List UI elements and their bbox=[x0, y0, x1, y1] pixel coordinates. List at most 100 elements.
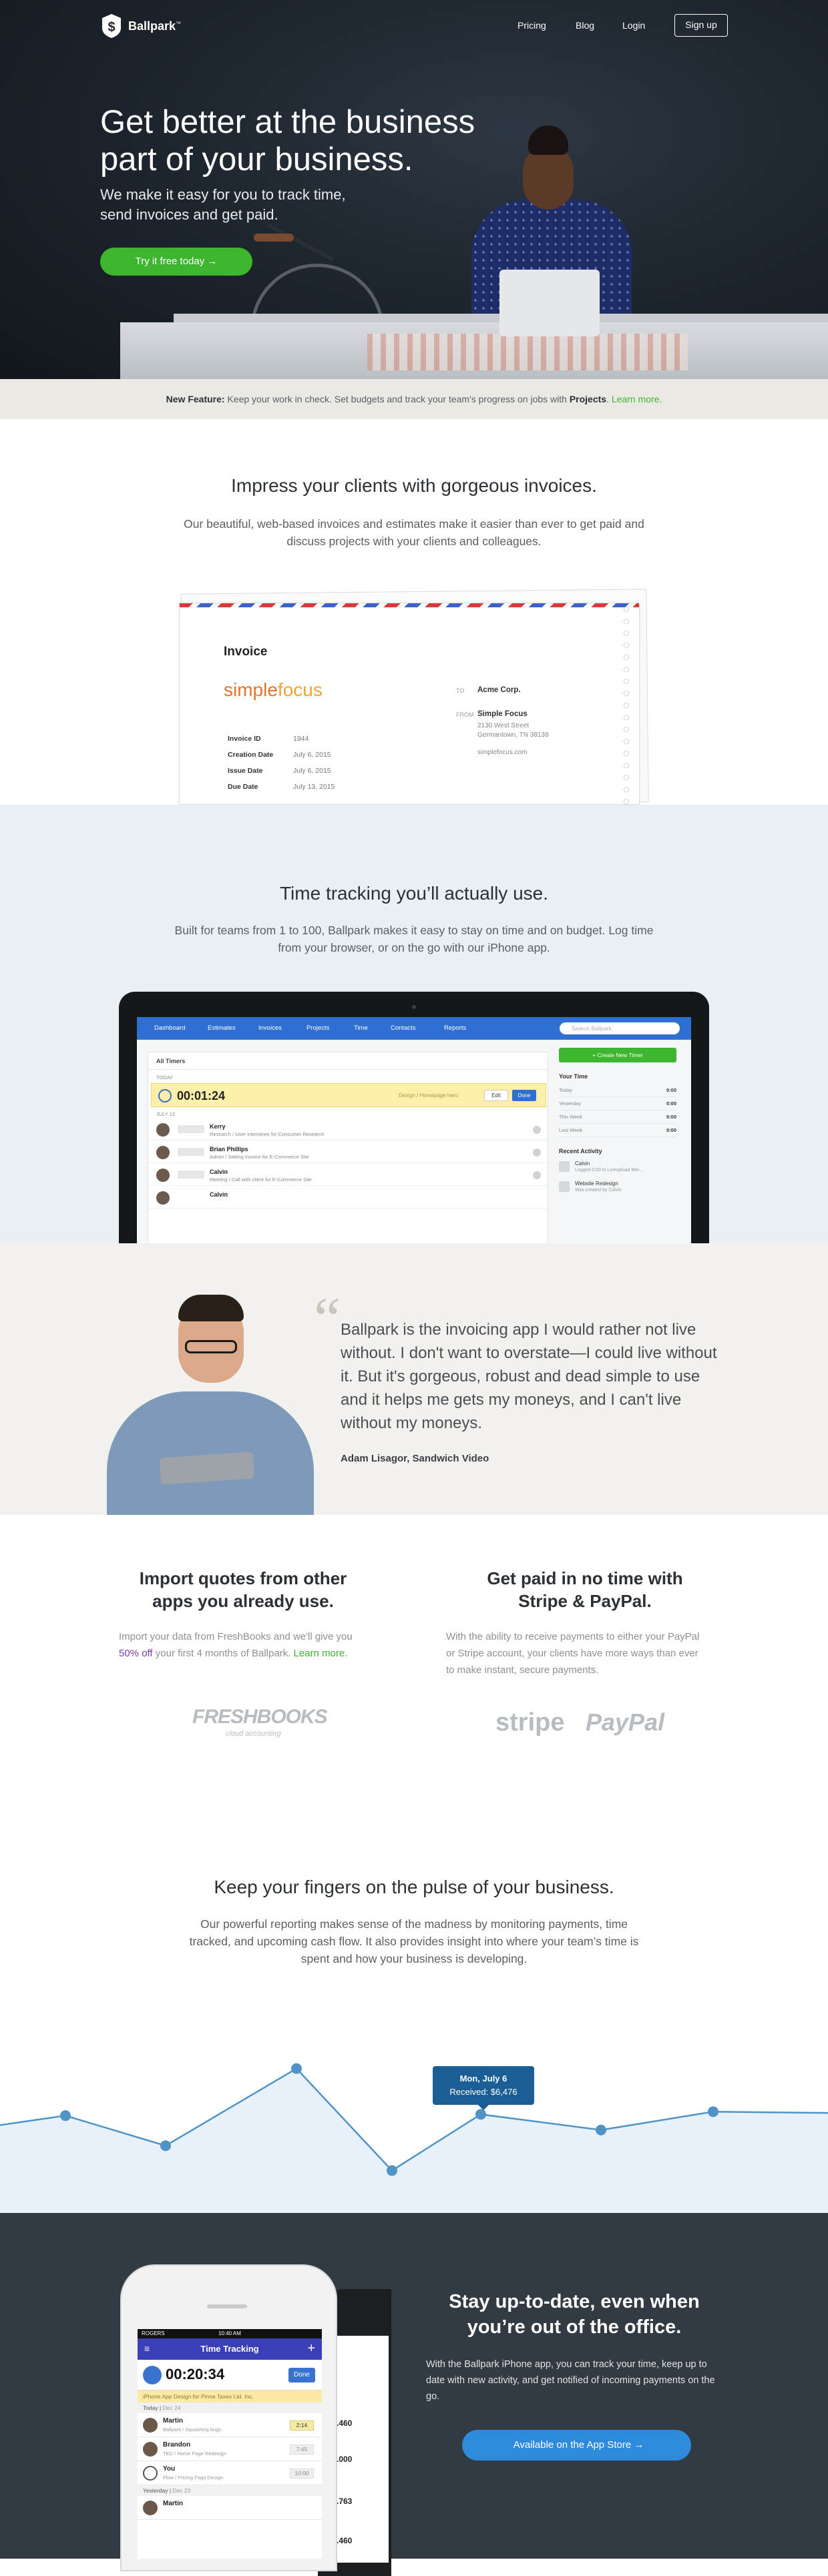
timers-panel: All Timers TODAY 00:01:24 Design / Homep… bbox=[148, 1052, 548, 1243]
signup-button[interactable]: Sign up bbox=[674, 14, 728, 37]
iphone-timer-row[interactable]: You Flow / Pricing Page Design 10:00 bbox=[138, 2461, 322, 2485]
logo-wordmark[interactable]: Ballpark™ bbox=[128, 19, 181, 33]
second-phone-value: .460 bbox=[337, 2536, 353, 2545]
feature-bar-text: Keep your work in check. Set budgets and… bbox=[227, 394, 567, 404]
iphone-timer-row[interactable]: Martin Ballpark / Squashing bugs 2:14 bbox=[138, 2413, 322, 2437]
pause-icon[interactable] bbox=[158, 1089, 172, 1102]
timer-row[interactable]: Calvin Meeting / Call with client for E-… bbox=[148, 1163, 548, 1186]
app-store-button[interactable]: Available on the App Store → bbox=[462, 2430, 691, 2461]
timer-row[interactable]: Brian Phillips Admin / Setting Invoice f… bbox=[148, 1141, 548, 1163]
app-nav-reports[interactable]: Reports bbox=[444, 1024, 466, 1032]
play-icon[interactable] bbox=[143, 2466, 158, 2481]
mobile-text: With the Ballpark iPhone app, you can tr… bbox=[426, 2359, 715, 2402]
testimonial-person-hair bbox=[178, 1295, 244, 1321]
iphone-timer-time: 00:20:34 bbox=[166, 2366, 225, 2382]
iphone-row-name: Brandon bbox=[163, 2441, 191, 2449]
quote-mark-icon: “ bbox=[314, 1286, 341, 1352]
app-nav-estimates[interactable]: Estimates bbox=[208, 1024, 236, 1032]
avatar bbox=[156, 1123, 170, 1137]
chart-point[interactable] bbox=[387, 2165, 397, 2176]
invoices-heading: Impress your clients with gorgeous invoi… bbox=[231, 475, 597, 496]
done-timer-button[interactable]: Done bbox=[512, 1090, 536, 1101]
edit-timer-button[interactable]: Edit bbox=[484, 1090, 508, 1101]
avatar bbox=[143, 2442, 158, 2457]
timer-row[interactable]: Kerry Research / User interviews for Con… bbox=[148, 1118, 548, 1141]
play-icon[interactable] bbox=[533, 1126, 541, 1134]
invoice-to-label: TO bbox=[456, 687, 465, 694]
invoices-lead: Our beautiful, web-based invoices and es… bbox=[184, 517, 644, 548]
iphone-section-yesterday: Yesterday | Dec 23 bbox=[138, 2485, 322, 2496]
iphone-done-button[interactable]: Done bbox=[288, 2368, 315, 2382]
activity-item[interactable]: Calvin Logged 0:00 to Liveupload Mer... bbox=[559, 1159, 676, 1176]
pause-icon[interactable] bbox=[143, 2366, 162, 2384]
import-learn-more-link[interactable]: Learn more. bbox=[294, 1648, 348, 1659]
invoice-title: Invoice bbox=[224, 645, 268, 659]
timer-row-name: Kerry bbox=[210, 1123, 226, 1130]
desk-papers bbox=[367, 334, 688, 370]
hero-subtitle-line-1: We make it easy for you to track time, bbox=[100, 186, 346, 203]
running-timer-description: Design / Homepage hero bbox=[399, 1092, 458, 1098]
chart-tooltip-date: Mon, July 6 bbox=[459, 2073, 507, 2083]
chart-tooltip: Mon, July 6 Received: $6,476 bbox=[433, 2066, 534, 2105]
bicycle-seat-illustration bbox=[254, 234, 294, 242]
chart-point[interactable] bbox=[708, 2106, 718, 2118]
activity-title: Calvin bbox=[575, 1161, 590, 1167]
reporting-heading: Keep your fingers on the pulse of your b… bbox=[214, 1877, 614, 1897]
iphone-row-hours: 2:14 bbox=[290, 2421, 314, 2431]
iphone-speaker bbox=[207, 2304, 247, 2308]
play-icon[interactable] bbox=[533, 1171, 541, 1179]
your-time-heading: Your Time bbox=[559, 1073, 588, 1080]
chart-point[interactable] bbox=[160, 2140, 171, 2152]
iphone-navbar: ≡ Time Tracking + bbox=[138, 2338, 322, 2360]
july-12-label: JULY 12 bbox=[156, 1111, 176, 1117]
hero-title-line-2: part of your business. bbox=[100, 141, 413, 178]
chart-point[interactable] bbox=[291, 2063, 302, 2074]
ballpark-logo-icon[interactable]: $ bbox=[100, 13, 123, 39]
chart-point[interactable] bbox=[60, 2110, 71, 2122]
feature-bar-learn-more-link[interactable]: Learn more. bbox=[612, 394, 662, 404]
app-nav-contacts[interactable]: Contacts bbox=[391, 1024, 416, 1032]
nav-link-pricing[interactable]: Pricing bbox=[518, 20, 546, 31]
iphone-timer-row[interactable]: Martin bbox=[138, 2496, 322, 2520]
timer-row[interactable]: Calvin bbox=[148, 1186, 548, 1209]
second-phone-value: .763 bbox=[337, 2497, 353, 2506]
feature-announcement-bar: New Feature: Keep your work in check. Se… bbox=[0, 379, 828, 419]
iphone-section-today: Today | Dec 24 bbox=[138, 2402, 322, 2413]
app-nav-time[interactable]: Time bbox=[354, 1024, 368, 1032]
avatar bbox=[143, 2418, 158, 2433]
simplefocus-logo: simplefocus bbox=[224, 679, 323, 700]
hero-title-line-1: Get better at the business bbox=[100, 104, 475, 140]
app-nav-dashboard[interactable]: Dashboard bbox=[154, 1024, 185, 1032]
iphone-row-name: You bbox=[163, 2465, 176, 2473]
nav-link-login[interactable]: Login bbox=[622, 20, 645, 31]
testimonial-person-glasses bbox=[185, 1340, 237, 1353]
feature-bar-lead: New Feature: bbox=[166, 394, 225, 404]
app-nav-projects[interactable]: Projects bbox=[306, 1024, 329, 1032]
testimonial-person-shirt bbox=[107, 1391, 314, 1515]
testimonial-quote: Ballpark is the invoicing app I would ra… bbox=[341, 1321, 717, 1432]
app-navbar: Dashboard Estimates Invoices Projects Ti… bbox=[137, 1017, 691, 1040]
chart-point[interactable] bbox=[596, 2124, 606, 2136]
try-free-button[interactable]: Try it free today → bbox=[100, 248, 252, 276]
activity-subtitle: Was created by Calvin bbox=[575, 1188, 622, 1193]
add-icon[interactable]: + bbox=[307, 2341, 315, 2356]
play-icon[interactable] bbox=[533, 1149, 541, 1157]
second-phone-value: .460 bbox=[337, 2419, 353, 2428]
your-time-row: Yesterday 0:00 bbox=[559, 1097, 676, 1110]
nav-link-blog[interactable]: Blog bbox=[576, 20, 594, 31]
running-timer-time: 00:01:24 bbox=[177, 1089, 226, 1102]
reporting-lead: Our powerful reporting makes sense of th… bbox=[189, 1917, 639, 1965]
activity-item[interactable]: Website Redesign Was created by Calvin bbox=[559, 1179, 676, 1196]
invoice-from-website: simplefocus.com bbox=[477, 749, 528, 756]
freshbooks-logo-tagline: cloud accounting bbox=[226, 1730, 281, 1738]
import-text: Import your data from FreshBooks and we'… bbox=[119, 1631, 353, 1659]
time-tracking-heading: Time tracking you’ll actually use. bbox=[279, 883, 548, 904]
mobile-heading: Stay up-to-date, even when you’re out of … bbox=[449, 2291, 700, 2338]
app-nav-invoices[interactable]: Invoices bbox=[258, 1024, 282, 1032]
create-new-timer-button[interactable]: + Create New Timer bbox=[559, 1048, 676, 1062]
app-search-input[interactable]: Search Ballpark bbox=[560, 1022, 680, 1034]
iphone-row-hours: 10:00 bbox=[290, 2469, 314, 2479]
freshbooks-logo: FRESHBOOKS bbox=[192, 1706, 328, 1728]
iphone-timer-row[interactable]: Brandon TED / Home Page Redesign 7:45 bbox=[138, 2437, 322, 2461]
chart-point[interactable] bbox=[475, 2109, 486, 2120]
